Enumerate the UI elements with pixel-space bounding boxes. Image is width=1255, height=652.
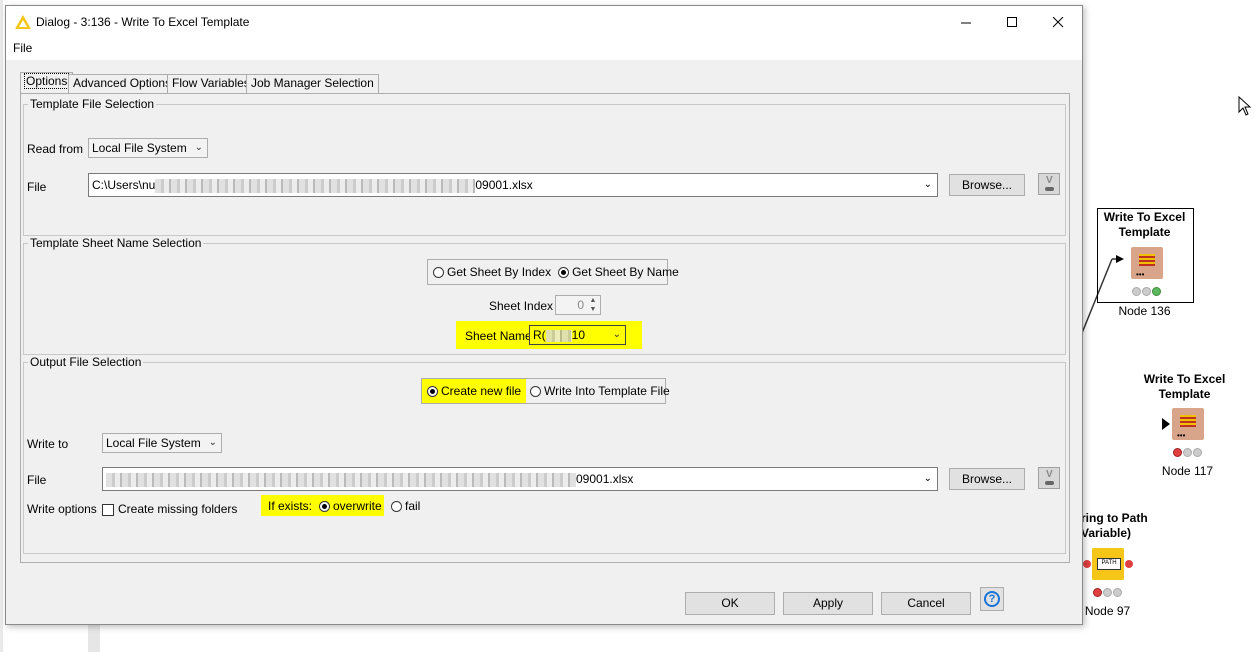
- radio-get-sheet-by-index[interactable]: Get Sheet By Index: [428, 260, 556, 284]
- sheet-name-select[interactable]: R(10 ⌄: [529, 325, 626, 345]
- template-file-legend: Template File Selection: [28, 97, 157, 111]
- maximize-button[interactable]: [989, 6, 1035, 38]
- help-button[interactable]: ?: [980, 587, 1004, 611]
- node-97-label: Node 97: [1084, 604, 1131, 618]
- help-icon: ?: [984, 591, 1000, 607]
- template-browse-button[interactable]: Browse...: [949, 174, 1025, 196]
- chevron-down-icon: ⌄: [194, 142, 203, 153]
- title-bar[interactable]: Dialog - 3:136 - Write To Excel Template: [6, 6, 1082, 38]
- sheet-selection-radio-group: Get Sheet By Index Get Sheet By Name: [427, 259, 679, 285]
- file-label: File: [27, 180, 47, 194]
- tab-job-manager-selection[interactable]: Job Manager Selection: [246, 74, 379, 93]
- template-file-group: Template File Selection Read from Local …: [23, 97, 1066, 236]
- node-136-status-light: [1132, 287, 1161, 297]
- excel-node-icon[interactable]: •••: [1172, 408, 1204, 440]
- output-file-label: File: [27, 473, 47, 487]
- output-file-legend: Output File Selection: [28, 355, 144, 369]
- tab-advanced-options[interactable]: Advanced Options: [68, 74, 177, 93]
- output-flow-variable-button[interactable]: V: [1038, 467, 1060, 489]
- output-browse-button[interactable]: Browse...: [949, 468, 1025, 490]
- node-136-title: Write To Excel Template: [1103, 210, 1186, 239]
- write-to-select[interactable]: Local File System ⌄: [102, 433, 222, 453]
- chevron-down-icon: ⌄: [612, 329, 621, 340]
- mouse-cursor-icon: [1238, 96, 1252, 116]
- minimize-icon: [960, 22, 971, 23]
- tab-flow-variables[interactable]: Flow Variables: [167, 74, 255, 93]
- radio-fail[interactable]: fail: [391, 499, 420, 513]
- radio-create-new-file[interactable]: Create new file: [422, 379, 527, 403]
- dialog-window: Dialog - 3:136 - Write To Excel Template…: [5, 5, 1083, 625]
- path-node-icon[interactable]: PATH: [1092, 548, 1124, 580]
- template-sheet-legend: Template Sheet Name Selection: [28, 236, 204, 250]
- chevron-down-icon: ⌄: [923, 179, 932, 190]
- sheet-index-label: Sheet Index: [489, 299, 554, 313]
- maximize-icon: [1006, 16, 1017, 27]
- node-117-label: Node 117: [1161, 464, 1214, 478]
- canvas-edge: [0, 0, 3, 652]
- radio-overwrite[interactable]: overwrite: [319, 499, 382, 513]
- dialog-title: Dialog - 3:136 - Write To Excel Template: [36, 15, 250, 29]
- menu-file[interactable]: File: [13, 41, 32, 55]
- sheet-name-label: Sheet Name: [465, 329, 532, 343]
- apply-button[interactable]: Apply: [783, 592, 873, 615]
- read-from-label: Read from: [27, 142, 84, 156]
- chevron-down-icon: ⌄: [208, 437, 217, 448]
- radio-get-sheet-by-name[interactable]: Get Sheet By Name: [556, 260, 684, 284]
- create-missing-folders-checkbox[interactable]: Create missing folders: [102, 502, 237, 516]
- ok-button[interactable]: OK: [685, 592, 775, 615]
- excel-node-icon[interactable]: •••: [1131, 247, 1163, 279]
- output-file-group: Output File Selection Create new file Wr…: [23, 355, 1066, 554]
- knime-warning-icon: [15, 15, 31, 29]
- menu-bar: File: [6, 38, 1082, 60]
- options-panel: Template File Selection Read from Local …: [20, 93, 1070, 563]
- node-136-label: Node 136: [1118, 304, 1171, 318]
- radio-write-into-template[interactable]: Write Into Template File: [526, 379, 675, 403]
- spinner-up-icon[interactable]: ▲: [587, 297, 599, 305]
- node-117-title: Write To Excel Template: [1143, 372, 1226, 401]
- sheet-index-spinner[interactable]: 0 ▲ ▼: [555, 295, 601, 315]
- spinner-down-icon[interactable]: ▼: [587, 306, 599, 314]
- close-button[interactable]: [1035, 6, 1081, 38]
- node-97-title: ring to Path Variable): [1081, 511, 1148, 540]
- output-mode-radio-group: Create new file Write Into Template File: [421, 378, 670, 404]
- read-from-select[interactable]: Local File System ⌄: [88, 138, 208, 158]
- node-97-input-port[interactable]: [1083, 560, 1091, 568]
- minimize-button[interactable]: [943, 6, 989, 38]
- write-to-label: Write to: [27, 437, 69, 451]
- tab-options[interactable]: Options: [20, 72, 74, 94]
- if-exists-label: If exists:: [268, 499, 313, 513]
- flow-variable-button[interactable]: V: [1038, 173, 1060, 195]
- chevron-down-icon: ⌄: [923, 473, 932, 484]
- output-file-input[interactable]: 09001.xlsx ⌄: [102, 467, 938, 491]
- input-port-arrow-icon: [1162, 418, 1170, 430]
- node-97-status-light: [1093, 588, 1122, 598]
- template-file-input[interactable]: C:\Users\nu 09001.xlsx ⌄: [88, 173, 938, 197]
- cancel-button[interactable]: Cancel: [881, 592, 971, 615]
- write-options-label: Write options: [27, 502, 97, 516]
- node-117-status-light: [1173, 448, 1202, 458]
- node-97-output-port[interactable]: [1125, 560, 1133, 568]
- template-sheet-group: Template Sheet Name Selection Get Sheet …: [23, 236, 1066, 355]
- close-icon: [1052, 16, 1063, 27]
